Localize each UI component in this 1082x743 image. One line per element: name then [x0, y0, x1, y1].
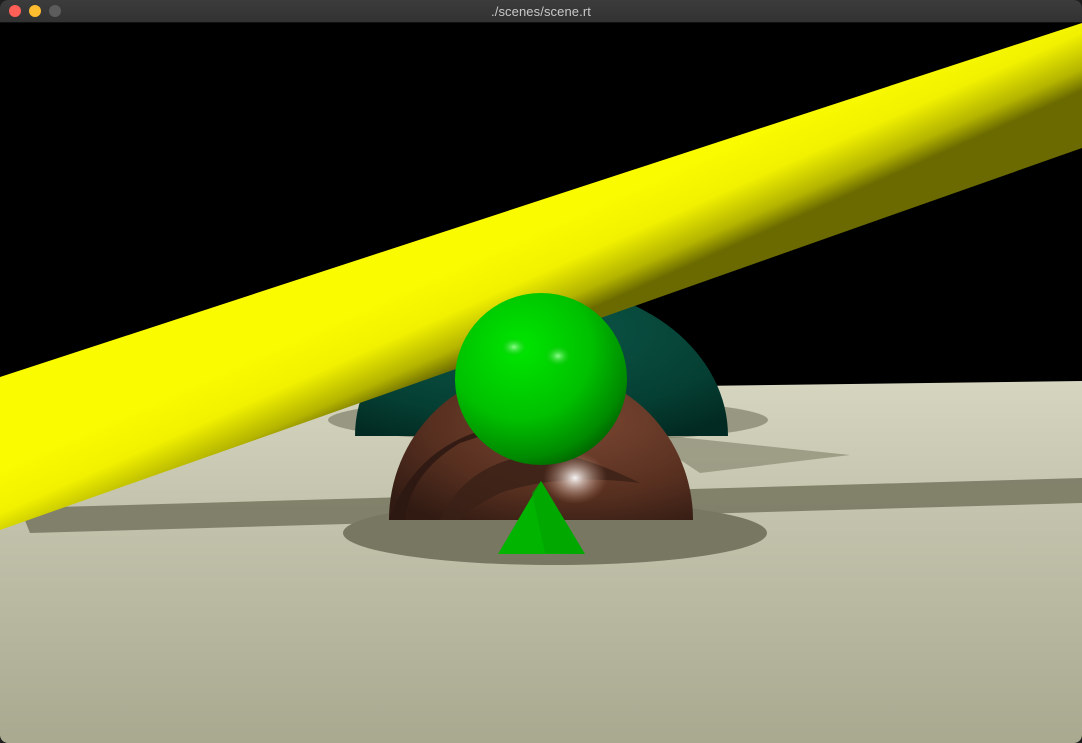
- app-window: ./scenes/scene.rt: [0, 0, 1082, 743]
- render-viewport: [0, 23, 1082, 743]
- title-bar[interactable]: ./scenes/scene.rt: [0, 0, 1082, 23]
- green-sphere-highlight-2: [544, 345, 572, 367]
- window-title: ./scenes/scene.rt: [491, 4, 591, 19]
- green-sphere-highlight-1: [500, 337, 528, 357]
- green-sphere: [455, 293, 627, 465]
- rendered-scene: [0, 23, 1082, 743]
